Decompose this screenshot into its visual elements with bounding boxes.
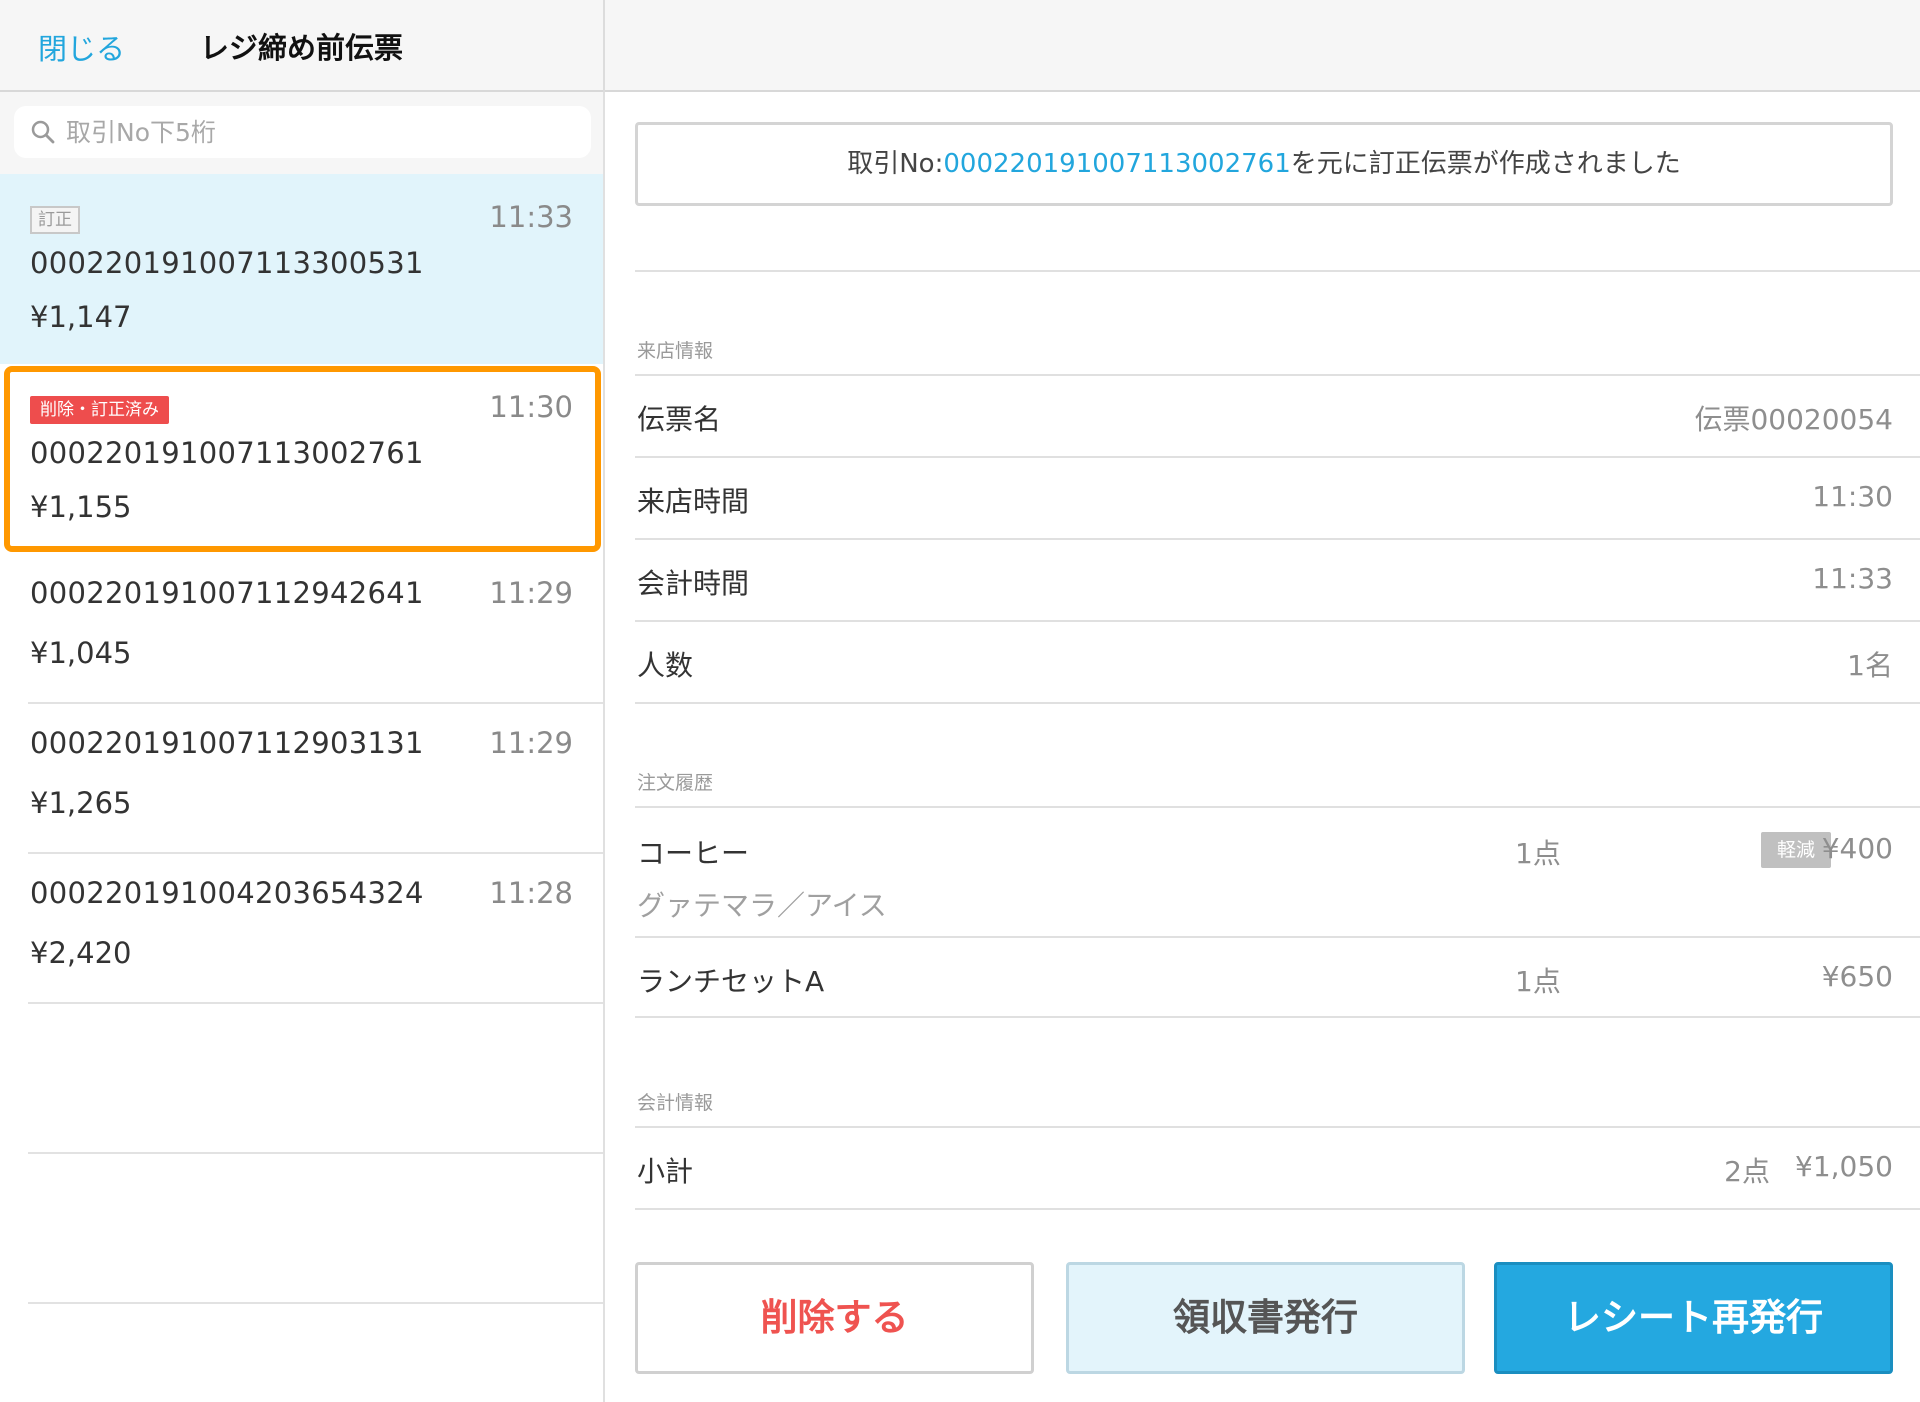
transaction-time: 11:30 xyxy=(489,390,573,424)
transaction-time: 11:28 xyxy=(489,876,573,910)
notice-suffix: を元に訂正伝票が作成されました xyxy=(1290,149,1681,179)
search-box[interactable] xyxy=(14,106,591,158)
divider xyxy=(635,270,1920,272)
info-value: 11:33 xyxy=(1812,562,1893,595)
divider xyxy=(28,1302,603,1304)
subtotal-amount: ¥1,050 xyxy=(1795,1150,1893,1183)
info-label: 人数 xyxy=(637,649,694,682)
order-item-option: グァテマラ／アイス xyxy=(637,889,887,922)
transaction-item[interactable]: 000220191007112903131 11:29 ¥1,265 xyxy=(0,704,603,854)
transaction-list-panel: 訂正 11:33 00022019100711330053​1 ¥1,147 削… xyxy=(0,92,605,1402)
search-input[interactable] xyxy=(66,112,566,152)
order-item: コーヒー グァテマラ／アイス 1点 軽減 ¥400 xyxy=(635,808,1920,938)
info-label: 会計時間 xyxy=(637,567,750,600)
info-row-slip-name: 伝票名 伝票00020054 xyxy=(635,376,1920,458)
reissue-receipt-button[interactable]: レシート再発行 xyxy=(1494,1262,1893,1374)
transaction-detail-panel: 取引No:000220191007113002761を元に訂正伝票が作成されまし… xyxy=(607,92,1920,1402)
info-label: 伝票名 xyxy=(637,403,722,436)
list-header: 閉じる レジ締め前伝票 xyxy=(0,0,605,92)
transaction-number: 000220191007112942641 xyxy=(30,576,424,610)
divider xyxy=(635,1016,1920,1018)
order-item-name: コーヒー xyxy=(637,837,750,870)
info-value: 1名 xyxy=(1847,649,1893,682)
transaction-amount: ¥2,420 xyxy=(30,936,132,970)
info-label: 来店時間 xyxy=(637,485,750,518)
order-item-price: ¥650 xyxy=(1821,960,1893,993)
transaction-amount: ¥1,265 xyxy=(30,786,132,820)
transaction-item[interactable]: 000220191004203654324 11:28 ¥2,420 xyxy=(0,854,603,1004)
transaction-time: 11:33 xyxy=(489,200,573,234)
search-bar xyxy=(0,92,603,174)
transaction-item[interactable]: 000220191007112942641 11:29 ¥1,045 xyxy=(0,554,603,704)
search-icon xyxy=(31,120,55,144)
transaction-item-selected[interactable]: 訂正 11:33 00022019100711330053​1 ¥1,147 xyxy=(0,174,603,364)
transaction-amount: ¥1,045 xyxy=(30,636,132,670)
transaction-number: 000220191007113002761 xyxy=(30,436,424,470)
transaction-number: 000220191007112903131 xyxy=(30,726,424,760)
transaction-amount: ¥1,155 xyxy=(30,490,132,524)
close-button[interactable]: 閉じる xyxy=(38,26,125,68)
section-label-order-history: 注文履歴 xyxy=(637,772,714,794)
info-value: 11:30 xyxy=(1812,480,1893,513)
info-row-checkout-time: 会計時間 11:33 xyxy=(635,540,1920,622)
delete-button[interactable]: 削除する xyxy=(635,1262,1034,1374)
subtotal-label: 小計 xyxy=(637,1155,694,1188)
order-item-name: ランチセットA xyxy=(637,965,825,998)
transaction-time: 11:29 xyxy=(489,726,573,760)
transaction-time: 11:29 xyxy=(489,576,573,610)
section-label-payment-info: 会計情報 xyxy=(637,1092,714,1114)
transaction-number: 00022019100711330053​1 xyxy=(30,246,424,280)
empty-list-row xyxy=(0,1154,603,1304)
deleted-corrected-badge: 削除・訂正済み xyxy=(30,396,169,424)
subtotal-row: 小計 2点 ¥1,050 xyxy=(635,1128,1920,1210)
divider xyxy=(635,702,1920,704)
order-item-qty: 1点 xyxy=(1515,965,1561,998)
subtotal-qty: 2点 xyxy=(1724,1155,1770,1188)
order-item: ランチセットA 1点 ¥650 xyxy=(635,938,1920,1018)
transaction-amount: ¥1,147 xyxy=(30,300,132,334)
info-value: 伝票00020054 xyxy=(1694,403,1893,436)
transaction-list: 訂正 11:33 00022019100711330053​1 ¥1,147 削… xyxy=(0,174,603,1304)
notice-prefix: 取引No: xyxy=(847,149,944,179)
section-label-visit-info: 来店情報 xyxy=(637,340,714,362)
info-row-visit-time: 来店時間 11:30 xyxy=(635,458,1920,540)
transaction-number: 000220191004203654324 xyxy=(30,876,424,910)
page-title: レジ締め前伝票 xyxy=(200,31,404,65)
correction-notice: 取引No:000220191007113002761を元に訂正伝票が作成されまし… xyxy=(635,122,1893,206)
order-item-qty: 1点 xyxy=(1515,837,1561,870)
divider xyxy=(635,1208,1920,1210)
correction-badge: 訂正 xyxy=(30,206,80,234)
issue-receipt-button[interactable]: 領収書発行 xyxy=(1066,1262,1465,1374)
order-item-price: ¥400 xyxy=(1821,832,1893,865)
empty-list-row xyxy=(0,1004,603,1154)
transaction-item-highlighted[interactable]: 削除・訂正済み 11:30 000220191007113002761 ¥1,1… xyxy=(0,364,603,554)
info-row-party-size: 人数 1名 xyxy=(635,622,1920,704)
reduced-tax-badge: 軽減 xyxy=(1760,832,1831,868)
notice-transaction-link[interactable]: 000220191007113002761 xyxy=(943,149,1290,179)
top-bar: 閉じる レジ締め前伝票 xyxy=(0,0,1920,92)
